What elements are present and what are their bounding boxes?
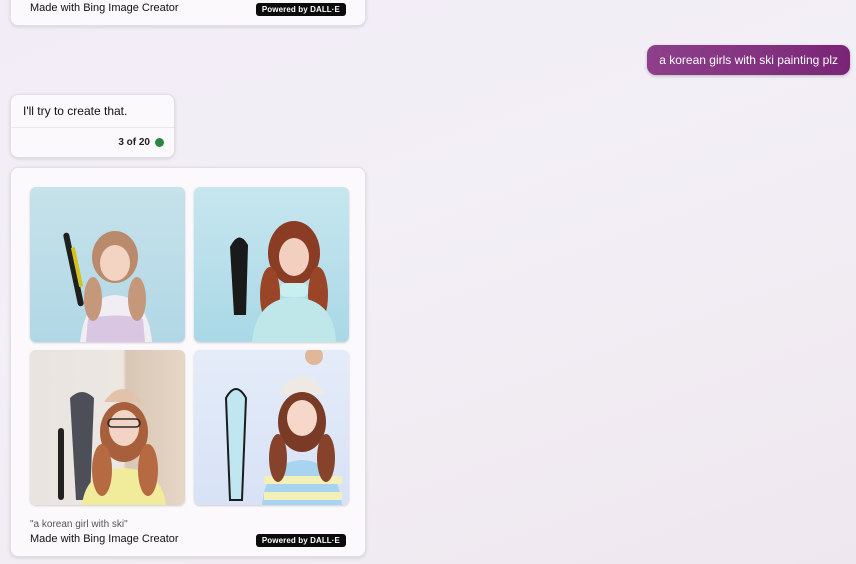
previous-image-card: Made with Bing Image Creator Powered by … xyxy=(10,0,366,26)
user-message-bubble: a korean girls with ski painting plz xyxy=(647,45,850,75)
made-with-label: Made with Bing Image Creator xyxy=(30,2,179,14)
bot-message-card: I'll try to create that. 3 of 20 xyxy=(10,94,175,158)
bot-message-text: I'll try to create that. xyxy=(23,104,128,118)
image-prompt-caption: "a korean girl with ski" xyxy=(30,519,128,530)
made-with-label: Made with Bing Image Creator xyxy=(30,533,179,545)
generated-image-2[interactable] xyxy=(194,187,349,342)
generated-image-1[interactable] xyxy=(30,187,185,342)
powered-by-dalle-badge[interactable]: Powered by DALL·E xyxy=(255,3,346,16)
generated-image-3[interactable] xyxy=(30,350,185,505)
powered-by-dalle-badge[interactable]: Powered by DALL·E xyxy=(255,534,346,547)
turn-counter: 3 of 20 xyxy=(118,137,150,148)
message-divider xyxy=(11,127,174,128)
status-dot-icon xyxy=(155,138,164,147)
image-result-card: "a korean girl with ski" Made with Bing … xyxy=(10,167,366,557)
generated-image-4[interactable] xyxy=(194,350,349,505)
